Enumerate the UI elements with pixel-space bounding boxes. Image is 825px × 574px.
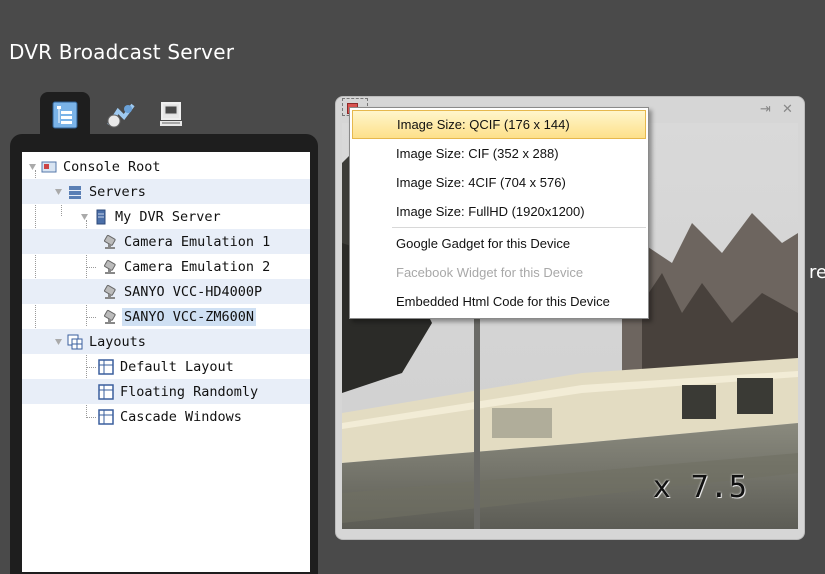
- console-root-icon: [41, 161, 57, 172]
- menu-item-qcif[interactable]: Image Size: QCIF (176 x 144): [352, 110, 646, 139]
- tree-label: Servers: [89, 183, 146, 200]
- expand-arrow-icon: [81, 214, 88, 220]
- tree-node-device-selected[interactable]: SANYO VCC-ZM600N: [22, 304, 310, 329]
- close-icon[interactable]: ✕: [782, 102, 793, 117]
- tree-node-my-dvr-server[interactable]: My DVR Server: [22, 204, 310, 229]
- menu-item-label: Facebook Widget for this Device: [396, 265, 584, 280]
- tab-computer[interactable]: [146, 92, 196, 138]
- menu-item-label: Embedded Html Code for this Device: [396, 294, 610, 309]
- menu-item-facebook-widget: Facebook Widget for this Device: [350, 258, 648, 287]
- layouts-icon: [67, 334, 83, 349]
- zoom-level: x 7.5: [652, 470, 748, 505]
- expand-arrow-icon: [55, 189, 62, 195]
- menu-item-label: Google Gadget for this Device: [396, 236, 571, 251]
- menu-item-4cif[interactable]: Image Size: 4CIF (704 x 576): [350, 168, 648, 197]
- grid-layout-icon: [98, 358, 114, 375]
- tree-label: Console Root: [63, 158, 161, 175]
- menu-item-embedded-html[interactable]: Embedded Html Code for this Device: [350, 287, 648, 316]
- tree-node-console-root[interactable]: Console Root: [22, 154, 310, 179]
- camera-icon: [104, 234, 116, 249]
- menu-item-label: Image Size: FullHD (1920x1200): [396, 204, 585, 219]
- tree-node-servers[interactable]: Servers: [22, 179, 310, 204]
- tree-node-device[interactable]: Camera Emulation 2: [22, 254, 310, 279]
- app-title: DVR Broadcast Server: [9, 40, 235, 64]
- tree-label: SANYO VCC-ZM600N: [122, 307, 257, 326]
- camera-icon: [104, 309, 116, 324]
- tree-node-device[interactable]: Camera Emulation 1: [22, 229, 310, 254]
- tree-label: Default Layout: [120, 358, 234, 375]
- tree-label: My DVR Server: [115, 208, 221, 225]
- grid-layout-icon: [98, 383, 114, 400]
- broadcast-icon: [107, 103, 135, 128]
- servers-icon: [69, 185, 81, 199]
- pin-icon[interactable]: ⇥: [760, 102, 771, 117]
- grid-layout-icon: [98, 408, 114, 425]
- tree-node-layouts[interactable]: Layouts: [22, 329, 310, 354]
- tree-node-device[interactable]: SANYO VCC-HD4000P: [22, 279, 310, 304]
- menu-item-label: Image Size: 4CIF (704 x 576): [396, 175, 566, 190]
- tree-node-layout[interactable]: Default Layout: [22, 354, 310, 379]
- tree-label: Layouts: [89, 333, 146, 350]
- tree-view-icon: [52, 101, 78, 129]
- menu-separator: [392, 227, 646, 228]
- tree-label: Camera Emulation 2: [124, 258, 271, 275]
- menu-item-label: Image Size: CIF (352 x 288): [396, 146, 559, 161]
- tree-label: Camera Emulation 1: [124, 233, 271, 250]
- partial-label: rec: [809, 262, 825, 283]
- tree-node-layout[interactable]: Cascade Windows: [22, 404, 310, 429]
- device-context-menu: Image Size: QCIF (176 x 144) Image Size:…: [349, 107, 649, 319]
- camera-icon: [104, 259, 116, 274]
- tree-label: Cascade Windows: [120, 408, 242, 425]
- tree-label: Floating Randomly: [120, 383, 259, 400]
- camera-icon: [104, 284, 116, 299]
- device-tree: Console Root Servers My DVR Server Camer…: [22, 152, 310, 572]
- computer-icon: [160, 102, 182, 126]
- menu-item-label: Image Size: QCIF (176 x 144): [397, 117, 570, 132]
- server-icon: [96, 209, 106, 224]
- tab-tree-view[interactable]: [40, 92, 90, 138]
- tree-label: SANYO VCC-HD4000P: [124, 283, 263, 300]
- expand-arrow-icon: [29, 164, 36, 170]
- tree-node-layout[interactable]: Floating Randomly: [22, 379, 310, 404]
- expand-arrow-icon: [55, 339, 62, 345]
- tab-broadcast[interactable]: [96, 92, 146, 138]
- menu-item-fullhd[interactable]: Image Size: FullHD (1920x1200): [350, 197, 648, 226]
- menu-item-cif[interactable]: Image Size: CIF (352 x 288): [350, 139, 648, 168]
- menu-item-google-gadget[interactable]: Google Gadget for this Device: [350, 229, 648, 258]
